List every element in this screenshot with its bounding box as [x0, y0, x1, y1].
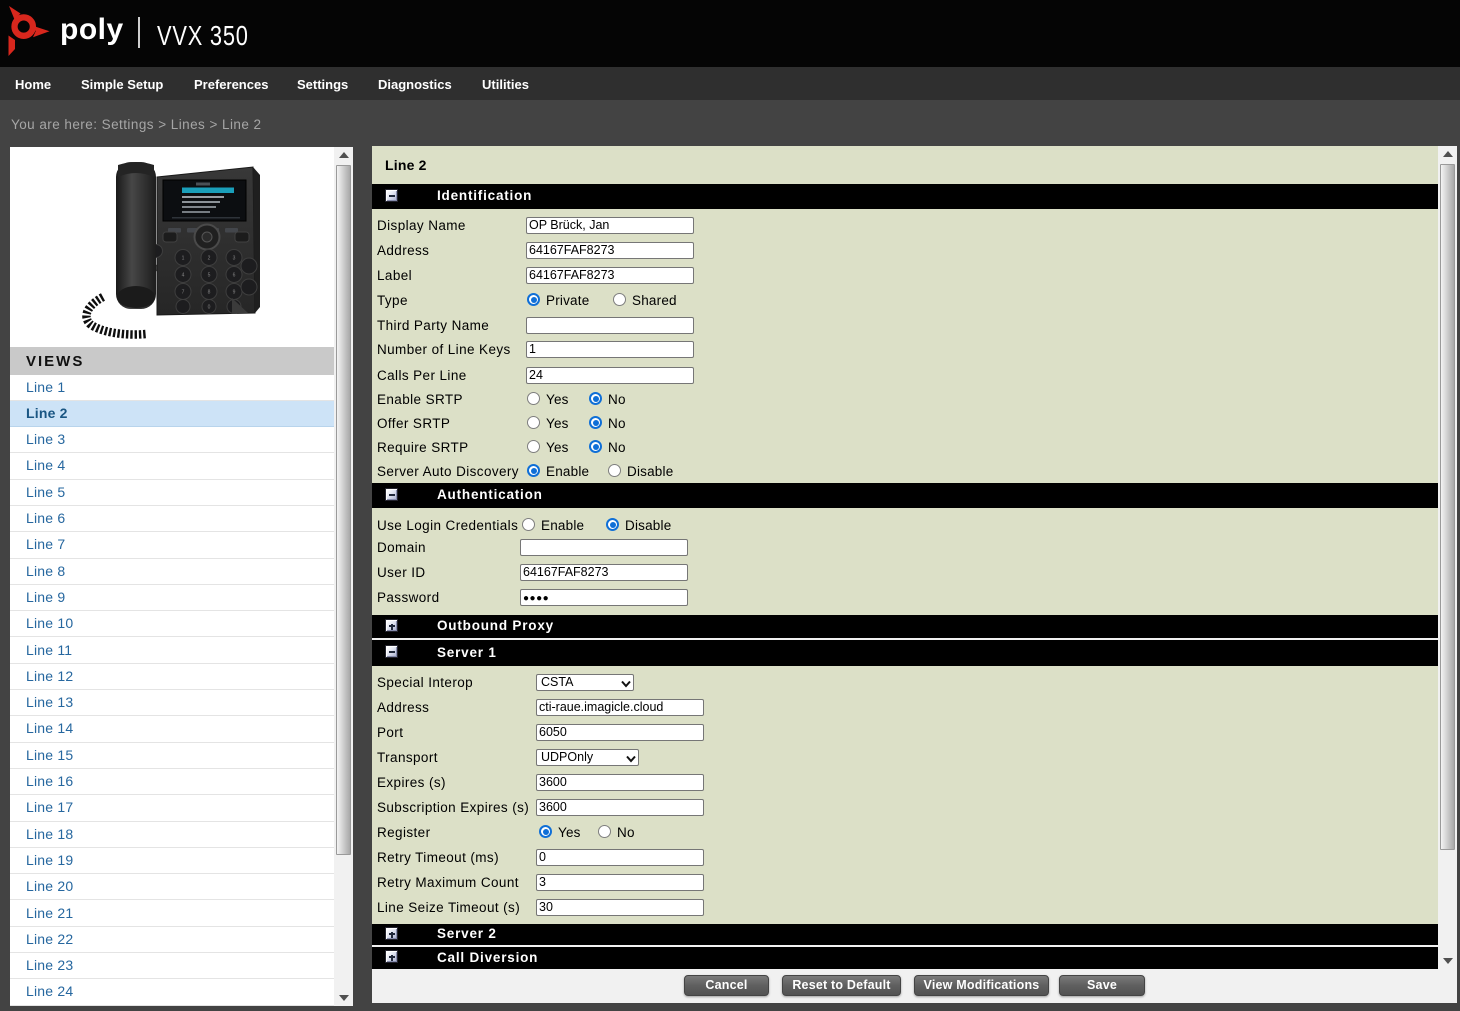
svg-text:7: 7	[182, 290, 185, 296]
svg-text:6: 6	[233, 273, 236, 279]
svg-text:9: 9	[233, 290, 236, 296]
svg-text:1: 1	[182, 256, 185, 262]
svg-text:8: 8	[208, 290, 211, 296]
svg-text:3: 3	[233, 256, 236, 262]
svg-text:4: 4	[182, 273, 185, 279]
svg-text:0: 0	[208, 305, 211, 311]
svg-text:2: 2	[208, 256, 211, 262]
svg-text:5: 5	[208, 273, 211, 279]
